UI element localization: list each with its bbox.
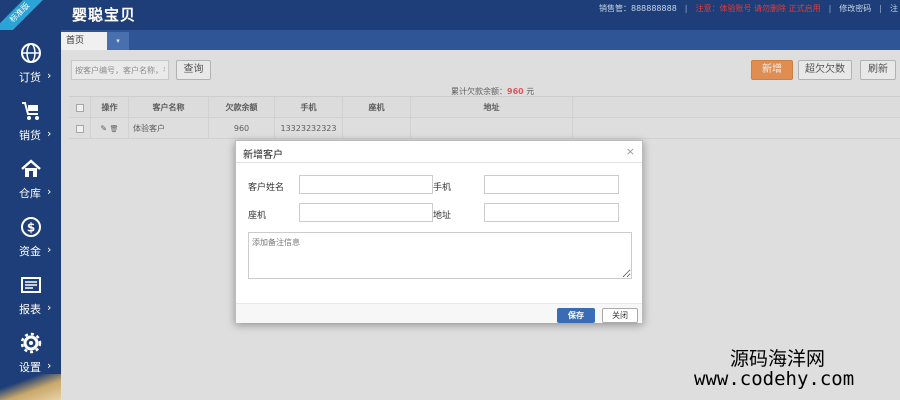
address-field[interactable] bbox=[484, 203, 619, 222]
top-info-account: 销售管：888888888 bbox=[598, 3, 677, 13]
customer-name-label: 客户姓名 bbox=[248, 183, 285, 193]
top-info-notice: 注意：体验账号 请勿删除 正式启用 bbox=[695, 3, 821, 13]
cart-icon bbox=[22, 102, 39, 120]
sidebar-item-label: 设置 bbox=[19, 361, 41, 374]
home-icon bbox=[21, 159, 41, 177]
logout-link[interactable]: 注 bbox=[890, 3, 898, 14]
sidebar-item-label: 订货 bbox=[19, 71, 41, 84]
top-info-separator: | bbox=[828, 3, 832, 13]
watermark-title: 源码海洋网 bbox=[730, 348, 826, 370]
chevron-right-icon: › bbox=[47, 127, 52, 140]
change-password-link[interactable]: 修改密码 bbox=[839, 3, 871, 14]
sidebar-item-label: 仓库 bbox=[19, 187, 41, 200]
tab-bar: 首页 ▾ bbox=[61, 30, 900, 50]
chevron-right-icon: › bbox=[47, 301, 52, 314]
sidebar-item-warehouse[interactable]: 仓库 › bbox=[0, 150, 61, 208]
save-button[interactable]: 保存 bbox=[557, 308, 595, 323]
dialog-footer: 保存 关闭 bbox=[236, 303, 642, 323]
sidebar: 订货 › 销货 › 仓库 › $ 资金 › 报表 › 设置 › bbox=[0, 30, 61, 400]
landline-field[interactable] bbox=[299, 203, 433, 222]
landline-label: 座机 bbox=[248, 211, 267, 221]
close-icon[interactable]: × bbox=[626, 145, 635, 158]
remark-textarea[interactable] bbox=[248, 232, 632, 279]
top-info-separator: | bbox=[879, 3, 882, 13]
watermark-url: www.codehy.com bbox=[694, 368, 855, 390]
tab-dropdown-icon[interactable]: ▾ bbox=[107, 32, 129, 50]
chevron-right-icon: › bbox=[47, 359, 52, 372]
dialog-header: 新增客户 × bbox=[236, 141, 642, 163]
top-bar: 标准版 婴聪宝贝 销售管：888888888 | 注意：体验账号 请勿删除 正式… bbox=[0, 0, 900, 42]
top-info-separator: | bbox=[684, 3, 688, 13]
top-info-bar: 销售管：888888888 | 注意：体验账号 请勿删除 正式启用 | 修改密码… bbox=[599, 0, 900, 16]
sidebar-item-label: 资金 bbox=[19, 245, 41, 258]
address-label: 地址 bbox=[433, 211, 452, 221]
sidebar-item-label: 销货 bbox=[19, 129, 41, 142]
report-icon bbox=[21, 277, 41, 293]
tab-home[interactable]: 首页 bbox=[61, 32, 107, 50]
chevron-right-icon: › bbox=[47, 243, 52, 256]
gear-icon bbox=[20, 332, 42, 354]
sidebar-item-sales[interactable]: 销货 › bbox=[0, 92, 61, 150]
sidebar-item-reports[interactable]: 报表 › bbox=[0, 266, 61, 324]
globe-icon bbox=[21, 43, 41, 63]
mobile-label: 手机 bbox=[433, 183, 452, 193]
dollar-icon: $ bbox=[21, 217, 41, 237]
sidebar-item-order[interactable]: 订货 › bbox=[0, 34, 61, 92]
cancel-button[interactable]: 关闭 bbox=[602, 308, 638, 323]
dialog-title: 新增客户 bbox=[243, 150, 283, 161]
sidebar-item-label: 报表 bbox=[19, 303, 41, 316]
add-customer-dialog: 新增客户 × 客户姓名 手机 座机 地址 保存 关闭 bbox=[235, 140, 643, 323]
sidebar-item-funds[interactable]: $ 资金 › bbox=[0, 208, 61, 266]
chevron-right-icon: › bbox=[47, 69, 52, 82]
mobile-field[interactable] bbox=[484, 175, 619, 194]
customer-name-field[interactable] bbox=[299, 175, 433, 194]
chevron-right-icon: › bbox=[47, 185, 52, 198]
sidebar-decoration bbox=[0, 374, 61, 400]
app-logo: 婴聪宝贝 bbox=[72, 6, 137, 24]
svg-text:$: $ bbox=[27, 221, 35, 235]
